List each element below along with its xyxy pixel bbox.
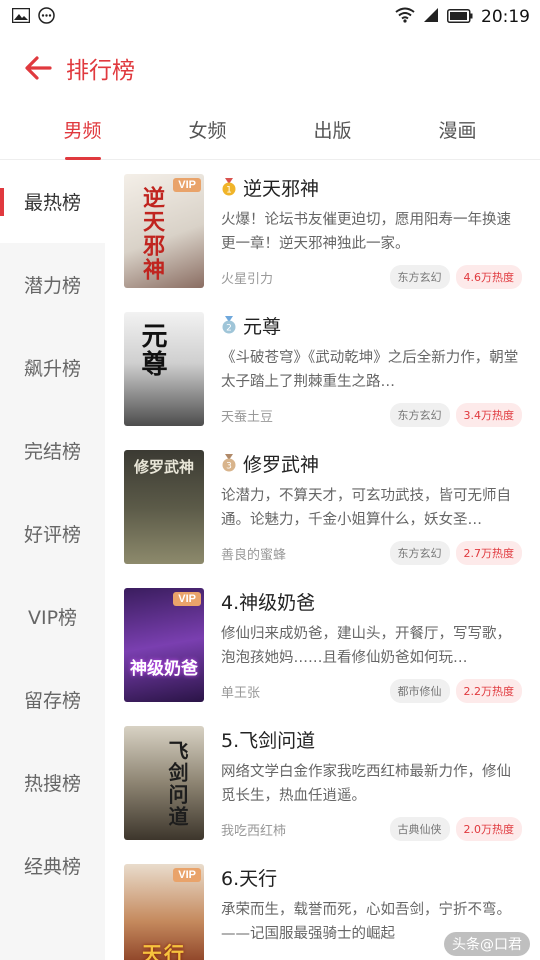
sidebar-item-potential[interactable]: 潜力榜	[0, 243, 105, 326]
category-tag: 东方玄幻	[389, 403, 450, 427]
sidebar-item-rising[interactable]: 飙升榜	[0, 326, 105, 409]
heat-tag: 2.7万热度	[455, 541, 522, 565]
heat-tag: 2.0万热度	[455, 817, 522, 841]
battery-icon	[447, 8, 473, 27]
book-title: 修罗武神	[243, 453, 320, 476]
category-tag: 都市修仙	[389, 679, 450, 703]
wifi-icon	[395, 7, 415, 27]
book-cover: 元尊	[124, 312, 204, 426]
vip-badge: VIP	[173, 592, 201, 606]
sidebar-item-classic[interactable]: 经典榜	[0, 824, 105, 907]
svg-text:2: 2	[226, 324, 232, 334]
book-title: 元尊	[243, 315, 282, 338]
book-title: 4.神级奶爸	[221, 591, 316, 614]
cover-title: 天行	[142, 942, 186, 960]
svg-text:3: 3	[226, 462, 232, 472]
tab-comics[interactable]: 漫画	[395, 102, 520, 159]
book-cover: 飞剑问道	[124, 726, 204, 840]
heat-tag: 4.6万热度	[455, 265, 522, 289]
vip-badge: VIP	[173, 868, 201, 882]
book-description: 网络文学白金作家我吃西红柿最新力作，修仙觅长生，热血任逍遥。	[221, 764, 511, 804]
book-item[interactable]: 飞剑问道 5.飞剑问道 网络文学白金作家我吃西红柿最新力作，修仙觅长生，热血任逍…	[105, 712, 540, 850]
cover-title: 元尊	[137, 322, 167, 378]
book-cover: 逆天邪神 VIP	[124, 174, 204, 288]
sidebar-item-top-rated[interactable]: 好评榜	[0, 492, 105, 575]
book-title: 5.飞剑问道	[221, 729, 316, 752]
sidebar-item-hottest[interactable]: 最热榜	[0, 160, 105, 243]
book-author: 单王张	[221, 685, 261, 701]
book-author: 火星引力	[221, 271, 274, 287]
status-bar: 20:19	[0, 0, 540, 34]
cover-title: 神级奶爸	[130, 659, 198, 679]
book-author: 天蚕土豆	[221, 409, 274, 425]
clock: 20:19	[481, 7, 530, 27]
book-item[interactable]: 修罗武神 3 修罗武神 论潜力，不算天才，可玄功武技，皆可无师自通。论魅力，千金…	[105, 436, 540, 574]
book-author: 我吃西红柿	[221, 823, 287, 839]
signal-icon	[423, 7, 439, 27]
sidebar-item-completed[interactable]: 完结榜	[0, 409, 105, 492]
ranking-sidebar: 最热榜 潜力榜 飙升榜 完结榜 好评榜 VIP榜 留存榜 热搜榜 经典榜	[0, 160, 105, 960]
sidebar-item-vip[interactable]: VIP榜	[0, 575, 105, 658]
tab-female[interactable]: 女频	[145, 102, 270, 159]
category-tag: 古典仙侠	[389, 817, 450, 841]
sidebar-item-retention[interactable]: 留存榜	[0, 658, 105, 741]
watermark: 头条@口君	[444, 932, 530, 956]
chat-notification-icon	[38, 6, 55, 28]
book-item[interactable]: 神级奶爸 VIP 4.神级奶爸 修仙归来成奶爸，建山头，开餐厅，写写歌，泡泡孩她…	[105, 574, 540, 712]
book-author: 善良的蜜蜂	[221, 547, 287, 563]
book-item[interactable]: 逆天邪神 VIP 1 逆天邪神 火爆！论坛书友催更迫切，愿用阳寿一年换速更一章！…	[105, 160, 540, 298]
book-description: 论潜力，不算天才，可玄功武技，皆可无师自通。论魅力，千金小姐算什么，妖女圣…	[221, 488, 511, 528]
sidebar-item-hot-search[interactable]: 热搜榜	[0, 741, 105, 824]
page-title: 排行榜	[66, 58, 135, 84]
gallery-notification-icon	[11, 7, 31, 27]
cover-title: 修罗武神	[133, 458, 194, 476]
book-item[interactable]: 元尊 2 元尊 《斗破苍穹》《武动乾坤》之后全新力作，朝堂太子踏上了荆棘重生之路…	[105, 298, 540, 436]
heat-tag: 3.4万热度	[455, 403, 522, 427]
cover-title: 飞剑问道	[165, 740, 189, 828]
book-title: 6.天行	[221, 867, 278, 890]
cover-title: 逆天邪神	[139, 186, 165, 282]
app-bar: 排行榜	[0, 34, 540, 102]
vip-badge: VIP	[173, 178, 201, 192]
book-title: 逆天邪神	[243, 177, 320, 200]
book-description: 火爆！论坛书友催更迫切，愿用阳寿一年换速更一章！逆天邪神独此一家。	[221, 212, 511, 252]
book-cover: 修罗武神	[124, 450, 204, 564]
book-description: 《斗破苍穹》《武动乾坤》之后全新力作，朝堂太子踏上了荆棘重生之路…	[221, 350, 519, 390]
tab-male[interactable]: 男频	[20, 102, 145, 160]
back-arrow-icon	[25, 56, 52, 80]
back-button[interactable]	[18, 48, 58, 88]
bronze-medal-icon: 3	[221, 454, 237, 472]
book-list: 逆天邪神 VIP 1 逆天邪神 火爆！论坛书友催更迫切，愿用阳寿一年换速更一章！…	[105, 160, 540, 960]
category-tag: 东方玄幻	[389, 541, 450, 565]
svg-text:1: 1	[226, 186, 232, 196]
silver-medal-icon: 2	[221, 316, 237, 334]
tab-publish[interactable]: 出版	[270, 102, 395, 159]
book-description: 修仙归来成奶爸，建山头，开餐厅，写写歌，泡泡孩她妈……且看修仙奶爸如何玩…	[221, 626, 511, 666]
category-tabs: 男频 女频 出版 漫画	[0, 102, 540, 160]
book-cover: 天行 VIP	[124, 864, 204, 960]
category-tag: 东方玄幻	[389, 265, 450, 289]
heat-tag: 2.2万热度	[455, 679, 522, 703]
book-cover: 神级奶爸 VIP	[124, 588, 204, 702]
gold-medal-icon: 1	[221, 178, 237, 196]
